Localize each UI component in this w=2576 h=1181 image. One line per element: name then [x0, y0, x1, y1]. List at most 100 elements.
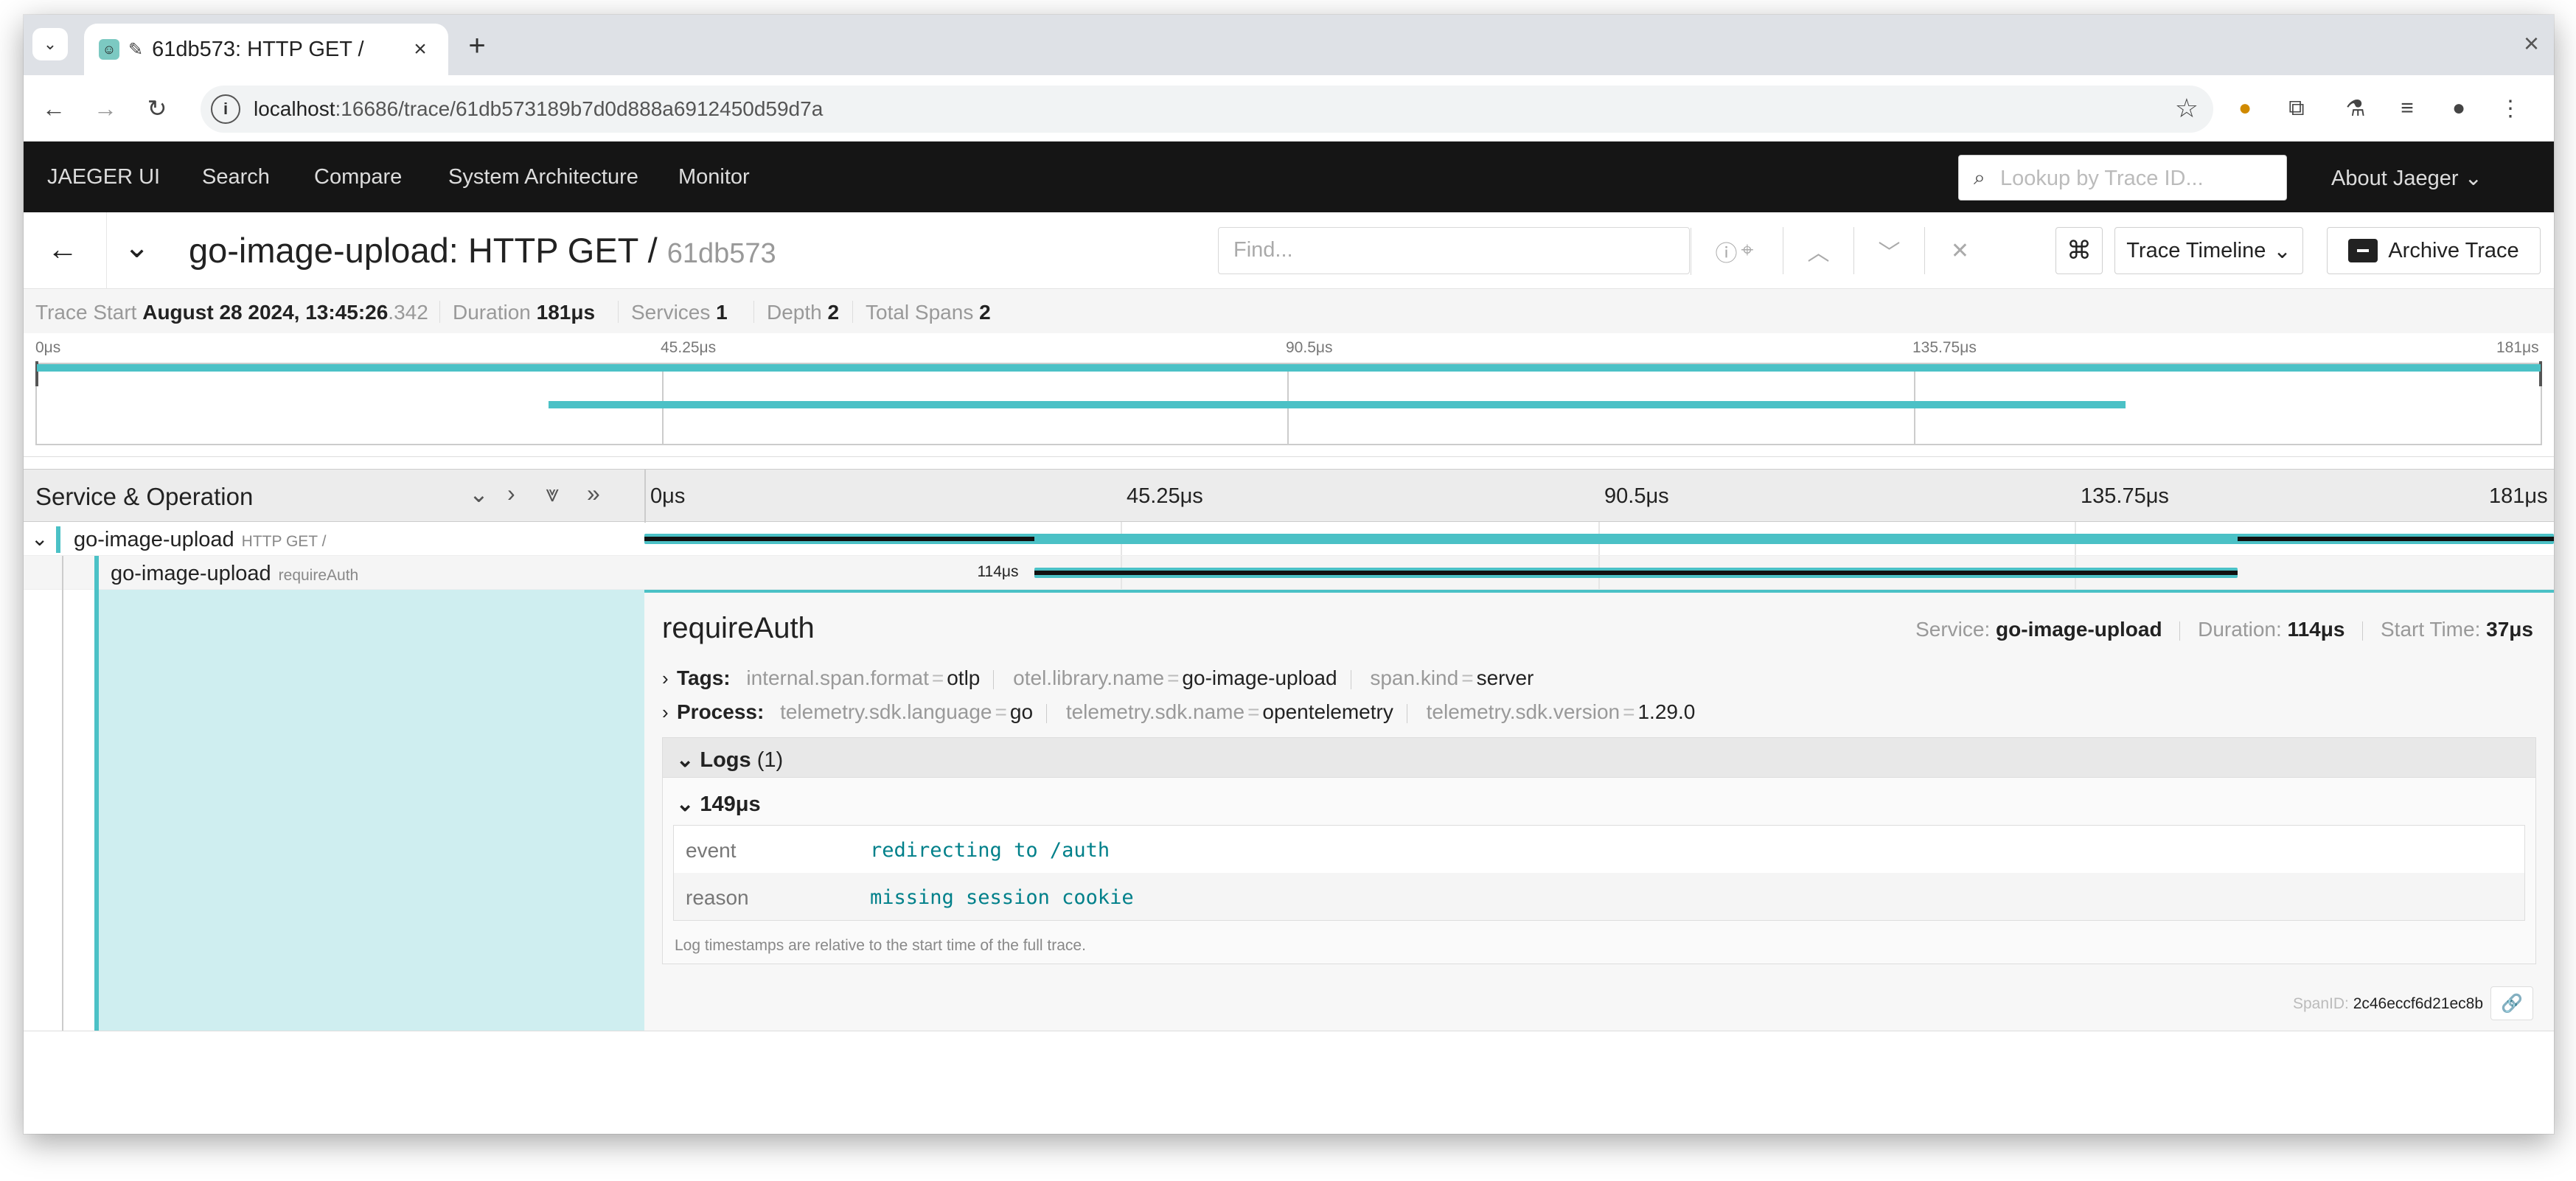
service-operation-heading: Service & Operation: [35, 483, 253, 511]
span-row[interactable]: ⌄ go-image-uploadHTTP GET /: [24, 522, 2554, 556]
find-in-trace[interactable]: ⓘ: [1218, 227, 1690, 274]
browser-window: ⌄ ☺ ✎ 61db573: HTTP GET / × + × ← → ↻ i …: [24, 15, 2554, 1134]
trace-depth: Depth 2: [767, 301, 839, 324]
next-match-icon[interactable]: ﹀: [1853, 227, 1924, 274]
forward-arrow-icon[interactable]: →: [88, 91, 122, 125]
chevron-down-icon: ⌄: [43, 35, 57, 54]
empty-area: [24, 1031, 2554, 1134]
logs-section: ⌄ Logs (1) ⌄ 149μs event redirecting to …: [662, 737, 2536, 964]
expand-all-icon[interactable]: »: [587, 480, 600, 507]
minimap-tick: 135.75μs: [1912, 339, 1977, 357]
lab-flask-icon[interactable]: ⚗: [2339, 91, 2373, 125]
locate-icon[interactable]: ⌖: [1712, 227, 1783, 274]
about-jaeger-menu[interactable]: About Jaeger ⌄: [2331, 165, 2482, 191]
media-queue-icon[interactable]: ≡: [2390, 91, 2424, 125]
chevron-down-icon[interactable]: ⌄: [676, 792, 694, 816]
tab-search-button[interactable]: ⌄: [32, 28, 68, 60]
site-info-icon[interactable]: i: [211, 94, 240, 124]
back-arrow-icon[interactable]: ←: [47, 231, 78, 267]
prev-match-icon[interactable]: ︿: [1783, 227, 1853, 274]
trace-title: go-image-upload: HTTP GET / 61db573: [189, 230, 776, 271]
browser-toolbar: ← → ↻ i localhost:16686/trace/61db573189…: [24, 75, 2554, 142]
bookmark-star-icon[interactable]: ☆: [2175, 93, 2199, 124]
span-detail-meta: Service: go-image-upload Duration: 114μs…: [1915, 618, 2533, 641]
back-arrow-icon[interactable]: ←: [37, 91, 71, 125]
service-color-marker: [94, 556, 99, 590]
more-menu-icon[interactable]: ⋮: [2493, 91, 2527, 125]
puzzle-icon[interactable]: ⧉: [2280, 91, 2314, 125]
critical-path-segment: [2238, 537, 2554, 541]
minimap-span-bar: [37, 364, 2541, 372]
log-field-row: event redirecting to /auth: [674, 826, 2524, 873]
column-resizer[interactable]: [644, 470, 646, 523]
jaeger-top-nav: JAEGER UI Search Compare System Architec…: [24, 142, 2554, 212]
minimap-tick: 45.25μs: [661, 339, 716, 357]
span-service-name[interactable]: go-image-uploadHTTP GET /: [74, 528, 326, 552]
trace-summary: Trace Start August 28 2024, 13:45:26.342…: [24, 289, 2554, 333]
trace-minimap[interactable]: 0μs 45.25μs 90.5μs 135.75μs 181μs: [24, 333, 2554, 457]
keyboard-shortcuts-button[interactable]: ⌘: [2055, 227, 2103, 274]
address-bar[interactable]: i localhost:16686/trace/61db573189b7d0d8…: [201, 86, 2213, 133]
nav-compare[interactable]: Compare: [314, 165, 402, 189]
collapse-one-icon[interactable]: ⌄: [469, 480, 489, 508]
new-tab-button[interactable]: +: [459, 29, 495, 63]
archive-trace-button[interactable]: Archive Trace: [2327, 227, 2541, 274]
chevron-down-icon[interactable]: ⌄: [676, 748, 694, 772]
trace-page-header: ← ⌄ go-image-upload: HTTP GET / 61db573 …: [24, 212, 2554, 289]
pencil-icon: ✎: [128, 39, 143, 60]
process-section[interactable]: ›Process: telemetry.sdk.language=go tele…: [662, 700, 1695, 724]
chevron-down-icon[interactable]: ⌄: [31, 526, 48, 551]
span-service-name[interactable]: go-image-uploadrequireAuth: [111, 562, 358, 586]
nav-monitor[interactable]: Monitor: [678, 165, 750, 189]
timeline-tick: 181μs: [2489, 484, 2548, 509]
critical-path-segment: [644, 537, 1034, 541]
minimap-canvas[interactable]: [35, 363, 2542, 445]
log-entry-header[interactable]: ⌄ 149μs: [676, 791, 761, 817]
profile-avatar-icon[interactable]: ●: [2442, 91, 2476, 125]
tab-title: 61db573: HTTP GET /: [152, 38, 398, 62]
tab-close-icon[interactable]: ×: [407, 37, 434, 62]
nav-system-architecture[interactable]: System Architecture: [448, 165, 638, 189]
span-row-selected[interactable]: go-image-uploadrequireAuth 114μs: [24, 556, 2554, 590]
minimap-tick: 0μs: [35, 339, 60, 357]
logs-header[interactable]: ⌄ Logs (1): [663, 738, 2535, 778]
clear-search-icon[interactable]: ✕: [1924, 227, 1995, 274]
minimap-span-bar: [549, 401, 2126, 408]
chevron-down-icon: ⌄: [2465, 167, 2482, 190]
timeline-tick: 45.25μs: [1127, 484, 1203, 509]
trace-total-spans: Total Spans 2: [866, 301, 991, 324]
view-mode-select[interactable]: Trace Timeline⌄: [2114, 227, 2303, 274]
nav-search[interactable]: Search: [202, 165, 270, 189]
span-detail-title: requireAuth: [662, 612, 815, 645]
window-close-button[interactable]: ×: [2524, 28, 2539, 59]
trace-services: Services 1: [631, 301, 728, 324]
tags-section[interactable]: ›Tags: internal.span.format=otlp otel.li…: [662, 666, 1534, 690]
span-detail-panel: requireAuth Service: go-image-upload Dur…: [644, 590, 2554, 1031]
expand-one-icon[interactable]: ›: [507, 480, 515, 507]
chevron-right-icon[interactable]: ›: [662, 667, 677, 690]
url-text: localhost:16686/trace/61db573189b7d0d888…: [254, 97, 823, 121]
log-timestamp-note: Log timestamps are relative to the start…: [675, 937, 1086, 955]
service-color-marker: [56, 526, 60, 553]
command-key-icon: ⌘: [2067, 236, 2092, 265]
log-field-row: reason missing session cookie: [674, 873, 2524, 920]
copy-link-icon[interactable]: 🔗: [2490, 986, 2533, 1020]
collapse-chevron-icon[interactable]: ⌄: [124, 229, 150, 265]
span-duration-label: 114μs: [977, 563, 1018, 581]
collapse-all-icon[interactable]: ⩔: [546, 480, 559, 508]
trace-id-lookup[interactable]: ⌕: [1958, 155, 2287, 201]
trace-duration: Duration 181μs: [453, 301, 595, 324]
trace-id-input[interactable]: [2000, 164, 2273, 192]
trace-start: Trace Start August 28 2024, 13:45:26.342: [35, 301, 428, 324]
extension-icon[interactable]: ●: [2228, 91, 2262, 125]
nav-brand[interactable]: JAEGER UI: [47, 165, 160, 189]
tab-strip: ⌄ ☺ ✎ 61db573: HTTP GET / × + ×: [24, 15, 2554, 75]
chevron-right-icon[interactable]: ›: [662, 701, 677, 724]
timeline-header: Service & Operation ⌄ › ⩔ » 0μs 45.25μs …: [24, 469, 2554, 522]
reload-icon[interactable]: ↻: [140, 91, 174, 125]
minimap-tick: 181μs: [2496, 339, 2539, 357]
browser-tab[interactable]: ☺ ✎ 61db573: HTTP GET / ×: [84, 24, 448, 75]
chevron-down-icon: ⌄: [2273, 238, 2291, 264]
find-input[interactable]: [1233, 238, 1499, 262]
timeline-tick: 0μs: [650, 484, 685, 509]
